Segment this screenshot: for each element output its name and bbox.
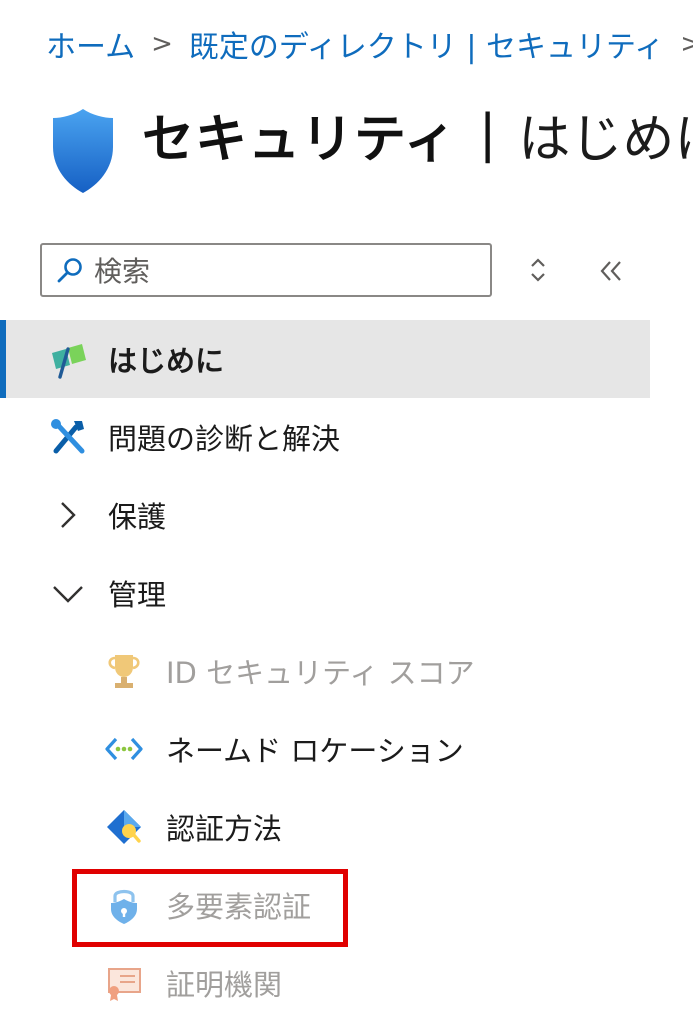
search-input[interactable]: 検索 xyxy=(40,243,492,297)
sidebar-item-diagnose-solve[interactable]: 問題の診断と解決 xyxy=(0,398,650,476)
chevron-down-icon xyxy=(53,586,83,603)
shield-icon xyxy=(53,109,113,193)
sidebar-item-identity-secure-score[interactable]: ID セキュリティ スコア xyxy=(0,632,650,710)
breadcrumb: ホーム > 既定のディレクトリ | セキュリティ > xyxy=(46,22,693,66)
sidebar-item-authentication-methods[interactable]: 認証方法 xyxy=(0,788,650,866)
up-down-icon[interactable] xyxy=(524,252,552,288)
page-title-sub: はじめに xyxy=(518,109,693,170)
diagnose-icon xyxy=(51,419,85,454)
search-icon xyxy=(57,258,82,283)
sidebar-item-label: ネームド ロケーション xyxy=(166,734,464,768)
chevron-right-icon xyxy=(61,502,76,528)
sidebar-item-certificate-authorities[interactable]: 証明機関 xyxy=(0,944,650,1022)
breadcrumb-separator: > xyxy=(680,29,693,59)
mfa-lock-icon xyxy=(111,889,137,924)
breadcrumb-directory-security[interactable]: 既定のディレクトリ | セキュリティ xyxy=(189,22,664,66)
title-separator: | xyxy=(478,104,497,164)
sidebar-item-protect[interactable]: 保護 xyxy=(0,476,650,554)
sidebar-item-getting-started[interactable]: はじめに xyxy=(0,320,650,398)
sidebar-item-label: 多要素認証 xyxy=(166,890,312,924)
page-title: セキュリティ | はじめに xyxy=(50,92,693,193)
network-icon xyxy=(105,737,143,761)
sidebar-item-label: 管理 xyxy=(108,578,167,612)
getting-started-icon xyxy=(52,344,86,379)
sidebar-item-label: 保護 xyxy=(108,500,167,534)
sidebar-item-label: ID セキュリティ スコア xyxy=(166,656,475,690)
sidebar-item-label: 認証方法 xyxy=(166,812,283,846)
sidebar-item-label: 問題の診断と解決 xyxy=(108,422,341,456)
breadcrumb-separator: > xyxy=(151,29,173,59)
certificate-icon xyxy=(108,968,141,1001)
sidebar-nav: はじめに 問題の診断と解決 保護 管理 ID セキュリティ スコア ネームド ロ… xyxy=(0,320,650,1022)
trophy-icon xyxy=(108,655,140,688)
sidebar-item-label: はじめに xyxy=(108,344,225,378)
sidebar-item-multifactor-authentication[interactable]: 多要素認証 xyxy=(0,866,650,944)
double-chevron-left-icon[interactable] xyxy=(596,254,626,288)
sidebar-item-named-locations[interactable]: ネームド ロケーション xyxy=(0,710,650,788)
authentication-methods-icon xyxy=(107,810,141,844)
search-placeholder: 検索 xyxy=(94,255,151,288)
breadcrumb-home[interactable]: ホーム xyxy=(46,22,135,66)
sidebar-item-label: 証明機関 xyxy=(166,968,283,1002)
sidebar-item-manage[interactable]: 管理 xyxy=(0,554,650,632)
page-title-main: セキュリティ xyxy=(142,109,457,170)
